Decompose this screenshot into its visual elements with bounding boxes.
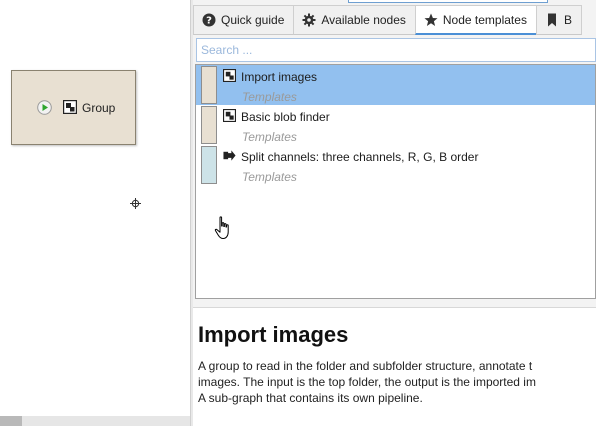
- tab-available-nodes-label: Available nodes: [321, 13, 406, 27]
- top-field-edge: [348, 0, 548, 3]
- list-item[interactable]: Import images Templates: [196, 65, 595, 105]
- template-name: Import images: [241, 70, 318, 84]
- bookmark-icon: [547, 13, 556, 27]
- scrollbar-thumb[interactable]: [0, 416, 22, 426]
- group-node[interactable]: Group: [11, 70, 136, 145]
- horizontal-scrollbar[interactable]: [0, 416, 190, 426]
- template-name: Split channels: three channels, R, G, B …: [241, 150, 479, 164]
- template-category: Templates: [242, 130, 297, 144]
- node-color-swatch: [201, 146, 217, 184]
- template-list[interactable]: Import images Templates Basic blob finde…: [195, 64, 596, 299]
- svg-text:?: ?: [206, 16, 212, 27]
- description-title: Import images: [198, 322, 349, 347]
- list-item[interactable]: Basic blob finder Templates: [196, 105, 595, 145]
- group-icon: [63, 100, 77, 114]
- hand-cursor-icon: [214, 216, 229, 239]
- template-name: Basic blob finder: [241, 110, 330, 124]
- description-line: A group to read in the folder and subfol…: [198, 359, 533, 373]
- description-line: images. The input is the top folder, the…: [198, 375, 536, 389]
- play-icon[interactable]: [37, 100, 52, 115]
- template-category: Templates: [242, 170, 297, 184]
- template-category: Templates: [242, 90, 297, 104]
- description-line: A sub-graph that contains its own pipeli…: [198, 391, 423, 405]
- tab-bookmarks-label: B: [563, 13, 572, 27]
- tab-quick-guide[interactable]: ? Quick guide: [193, 5, 295, 35]
- tab-quick-guide-label: Quick guide: [221, 13, 285, 27]
- node-color-swatch: [201, 66, 217, 104]
- tab-node-templates-label: Node templates: [442, 12, 527, 27]
- tab-bookmarks[interactable]: B: [535, 5, 582, 35]
- group-icon: [223, 109, 236, 122]
- star-icon: [424, 13, 438, 26]
- gear-icon: [302, 13, 316, 27]
- node-color-swatch: [201, 106, 217, 144]
- group-icon: [223, 69, 236, 82]
- templates-panel: ? Quick guide Available nodes Node templ…: [193, 0, 596, 426]
- template-description: Import images A group to read in the fol…: [193, 307, 596, 426]
- split-arrow-icon: [223, 150, 236, 161]
- graph-canvas[interactable]: Group: [0, 0, 190, 426]
- help-circle-icon: ?: [202, 13, 216, 27]
- crosshair-icon: [130, 198, 141, 209]
- group-node-label: Group: [82, 101, 116, 115]
- tab-node-templates[interactable]: Node templates: [414, 5, 537, 35]
- tab-available-nodes[interactable]: Available nodes: [293, 5, 416, 35]
- panel-tabs: ? Quick guide Available nodes Node templ…: [193, 5, 596, 35]
- list-item[interactable]: Split channels: three channels, R, G, B …: [196, 145, 595, 185]
- search-input[interactable]: [196, 38, 596, 62]
